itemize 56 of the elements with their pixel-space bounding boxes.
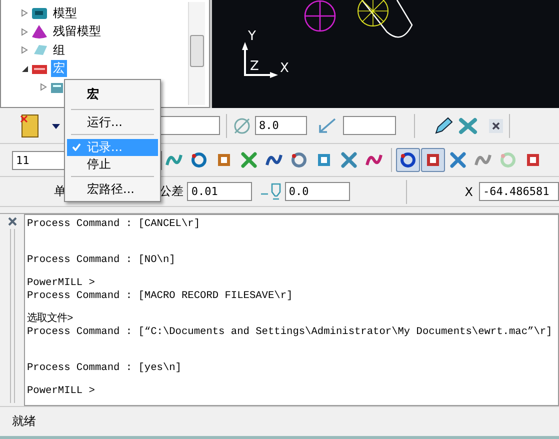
tool-icon: [449, 151, 467, 169]
collapse-icon[interactable]: [21, 64, 28, 73]
tool-icon: [340, 151, 358, 169]
x-label: X: [464, 184, 473, 198]
close-icon[interactable]: [8, 217, 16, 226]
toolbar-button[interactable]: [396, 148, 420, 172]
expand-icon[interactable]: [21, 46, 28, 54]
tool-icon: [315, 151, 333, 169]
expand-icon[interactable]: [21, 9, 28, 18]
pyramid-icon: [31, 24, 48, 40]
command-line: Process Command : [“C:\Documents and Settings\Administrator\My Documents\ewrt.mac”\r]: [27, 326, 554, 338]
box-icon: [31, 6, 48, 20]
command-line: Process Command : [MACRO RECORD FILESAVE\r]: [27, 290, 294, 302]
command-line: Process Command : [CANCEL\r]: [27, 218, 202, 230]
tool-icon: [190, 151, 208, 169]
pencil-icon[interactable]: [433, 116, 453, 136]
corner-field[interactable]: [343, 116, 396, 135]
tool-icon: [215, 151, 233, 169]
command-line: Process Command : [NO\n]: [27, 254, 176, 266]
check-icon: [72, 143, 81, 151]
tool-icon: [290, 151, 308, 169]
axis-label: Y: [248, 29, 256, 44]
tool-icon: [399, 151, 417, 169]
expand-icon[interactable]: [21, 28, 28, 36]
diameter-field[interactable]: 8.0: [255, 116, 307, 135]
tool-icon: [240, 151, 258, 169]
toolbar-button[interactable]: [421, 148, 445, 172]
scrollbar[interactable]: [188, 2, 205, 105]
tolerance-field[interactable]: 0.01: [187, 182, 252, 201]
tool-icon: [524, 151, 542, 169]
tool-icon: [499, 151, 517, 169]
thickness-field[interactable]: 0.0: [284, 182, 350, 201]
prompt-line: PowerMILL >: [27, 277, 96, 289]
tool-icon: [424, 151, 442, 169]
close-icon[interactable]: [489, 118, 503, 132]
tree-item[interactable]: 模型: [51, 4, 79, 22]
probe-icon: [260, 182, 281, 202]
axis-label: X: [280, 61, 289, 76]
menu-title: 宏: [86, 86, 100, 103]
document-icon[interactable]: [18, 112, 40, 138]
tool-drawing: [358, 0, 413, 38]
x-field[interactable]: -64.486581: [478, 182, 559, 201]
file-icon: [50, 80, 64, 94]
tree-item[interactable]: 组: [51, 42, 67, 59]
status-text: 就绪: [12, 413, 36, 430]
unit-label: 单: [54, 183, 66, 200]
prompt-line: PowerMILL >: [27, 385, 96, 397]
tree-item[interactable]: 残留模型: [51, 23, 103, 40]
axis-drawing: [242, 42, 278, 78]
expand-icon[interactable]: [40, 83, 47, 92]
command-line: Process Command : [yes\n]: [27, 362, 182, 374]
diameter-icon: [233, 116, 251, 134]
prompt-line: 选取文件>: [27, 313, 74, 325]
tolerance-label: 公差: [159, 183, 184, 200]
crosshair-icon: [304, 0, 336, 32]
axis-label: Z: [250, 59, 259, 74]
